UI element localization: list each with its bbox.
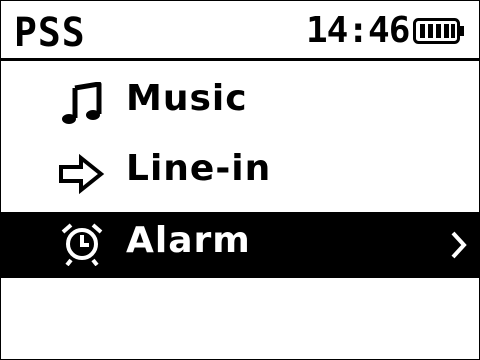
status-title: PSS [14,9,86,56]
menu-item-alarm[interactable]: Alarm [1,212,479,278]
menu-item-music[interactable]: Music [1,66,479,136]
device-screen: PSS 14:46 Music Line-in Alarm [0,0,480,360]
status-time: 14:46 [306,10,410,51]
menu-item-label: Line-in [126,148,272,189]
battery-full-icon [413,18,464,44]
menu-item-label: Music [126,78,248,119]
status-bar: PSS 14:46 [1,1,479,61]
music-note-icon [62,82,102,124]
menu-item-line-in[interactable]: Line-in [1,136,479,206]
arrow-right-icon [59,153,105,195]
menu-item-label: Alarm [126,220,251,261]
chevron-right-icon [451,231,467,259]
alarm-clock-icon [61,223,103,266]
